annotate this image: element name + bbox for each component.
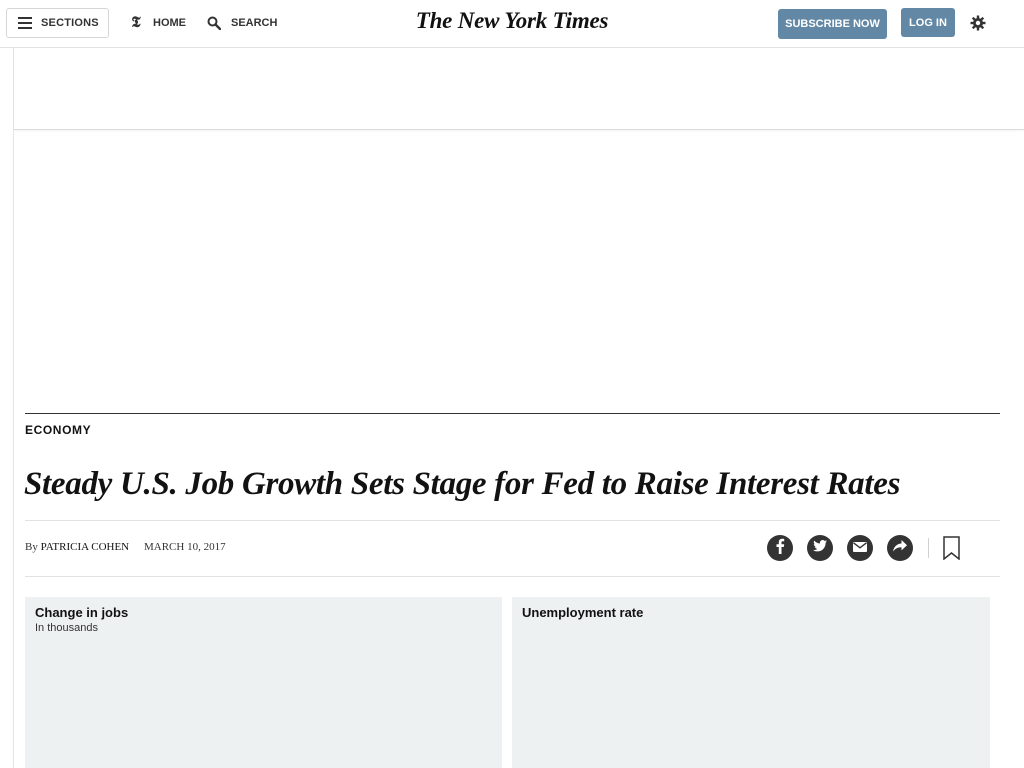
unemployment-chart-panel: Unemployment rate: [512, 597, 990, 768]
dateline: MARCH 10, 2017: [144, 541, 226, 553]
author-link[interactable]: PATRICIA COHEN: [41, 541, 130, 553]
facebook-icon: [775, 538, 785, 559]
jobs-chart-subtitle: In thousands: [35, 622, 98, 634]
facebook-share-button[interactable]: [767, 535, 793, 561]
jobs-chart-title: Change in jobs: [35, 605, 129, 620]
twitter-share-button[interactable]: [807, 535, 833, 561]
bookmark-icon[interactable]: [943, 536, 960, 561]
unemployment-chart-title: Unemployment rate: [522, 605, 644, 620]
ad-slot: [14, 48, 1024, 130]
gear-icon[interactable]: [969, 14, 987, 32]
email-share-button[interactable]: [847, 535, 873, 561]
twitter-icon: [813, 539, 827, 557]
byline: By PATRICIA COHEN: [25, 541, 129, 553]
email-icon: [853, 539, 867, 557]
left-rule: [13, 48, 14, 768]
logo-text: The New York Times: [415, 8, 609, 33]
kicker-rule: [25, 413, 1000, 414]
share-more-icon: [893, 539, 907, 557]
share-divider: [928, 538, 929, 558]
subscribe-button[interactable]: SUBSCRIBE NOW: [778, 9, 887, 39]
jobs-chart-panel: Change in jobs In thousands: [25, 597, 502, 768]
login-button[interactable]: LOG IN: [901, 8, 955, 37]
article-headline: Steady U.S. Job Growth Sets Stage for Fe…: [24, 466, 901, 502]
masthead-bar: SECTIONS 𝕿 HOME SEARCH The New York Time…: [0, 0, 1024, 48]
section-kicker[interactable]: ECONOMY: [25, 423, 91, 437]
divider: [25, 576, 1000, 577]
divider: [25, 520, 1000, 521]
byline-prefix: By: [25, 541, 38, 553]
more-share-button[interactable]: [887, 535, 913, 561]
